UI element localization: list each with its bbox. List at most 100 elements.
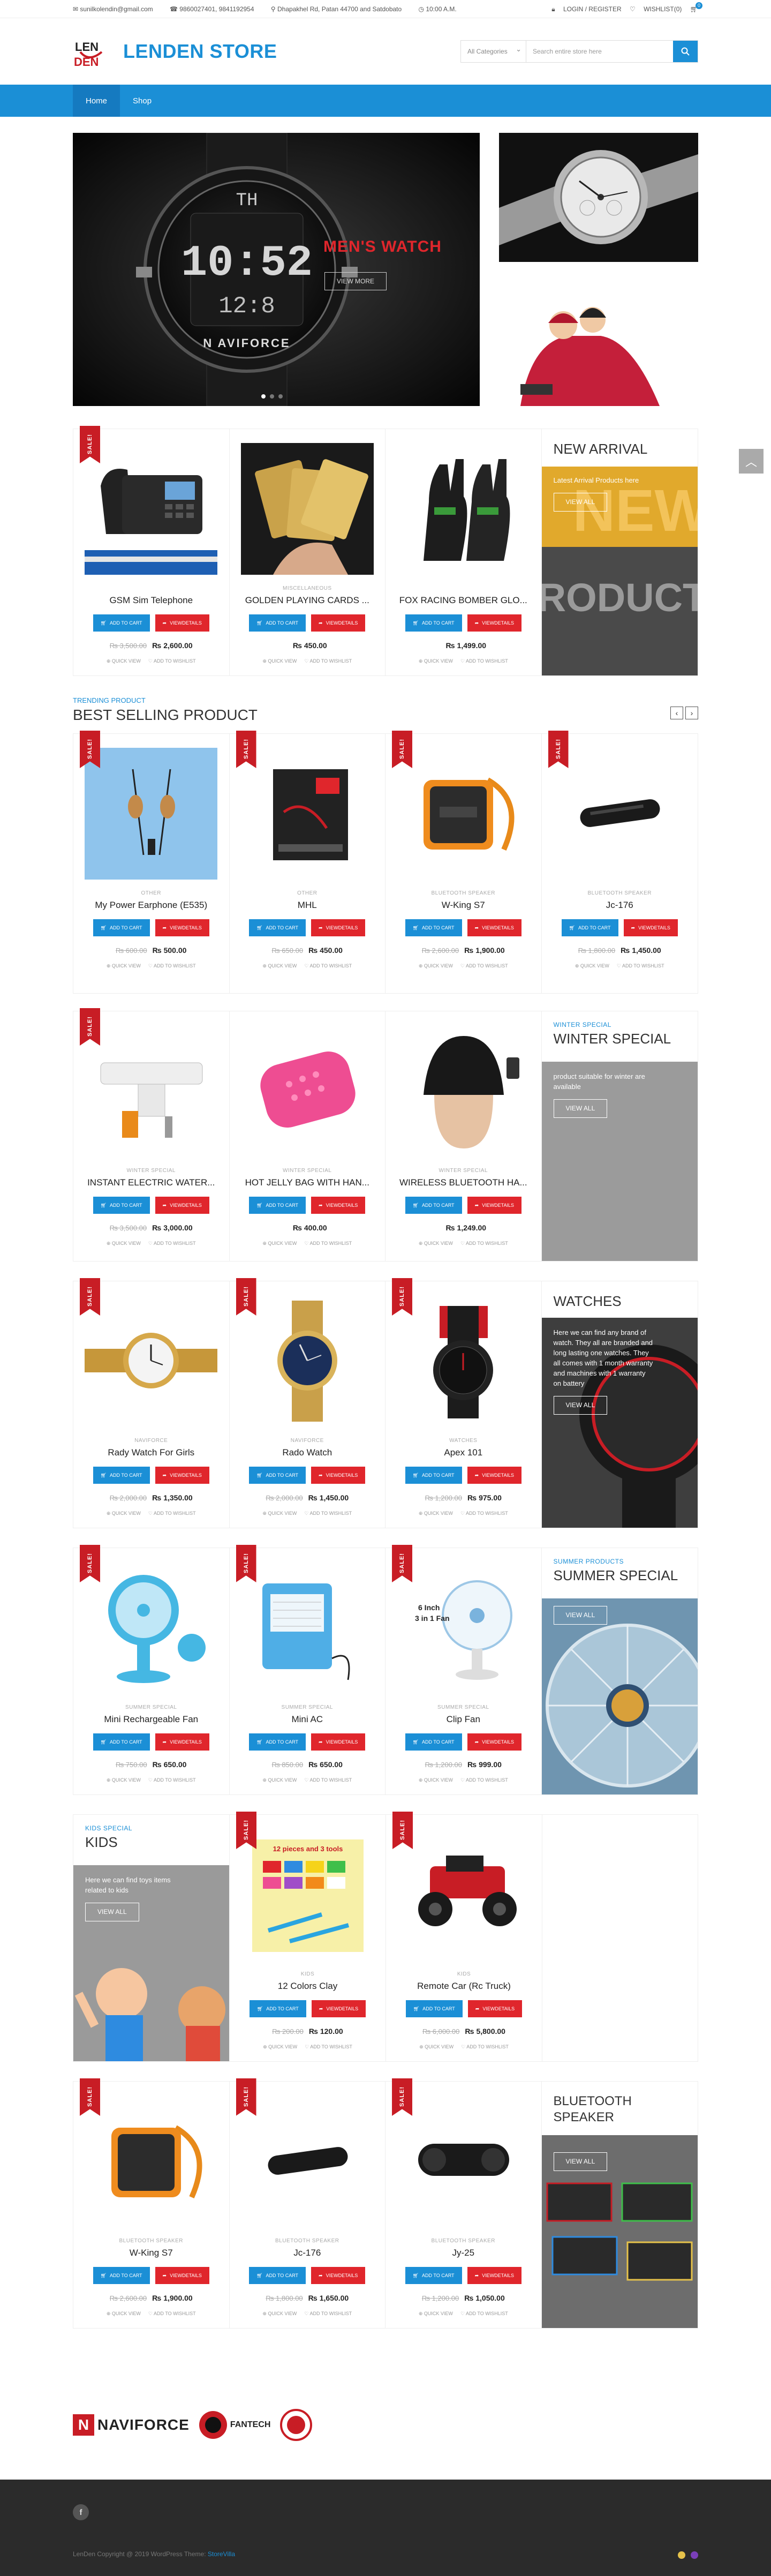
product-image-gloves[interactable] [397,443,530,575]
hero-slide[interactable]: TH 10:52 12:8 N AVIFORCE MEN'S WATCH VIE… [73,133,480,406]
view-details-button[interactable]: ➦ VIEWDETAILS [311,614,366,632]
view-details-button[interactable]: ➦ VIEWDETAILS [467,2000,523,2017]
quick-view-link[interactable]: ⊕ QUICK VIEW [419,963,453,969]
fantech-logo[interactable]: FANTECH [199,2411,270,2439]
product-name[interactable]: WIRELESS BLUETOOTH HA... [396,1177,531,1188]
wishlist-link[interactable]: ♡ ADD TO WISHLIST [460,658,508,664]
wishlist-link[interactable]: ♡ ADD TO WISHLIST [460,1777,508,1783]
wishlist-link[interactable]: ♡ ADD TO WISHLIST [148,1511,196,1516]
product-image-cards[interactable] [240,443,374,575]
wishlist-link[interactable]: ♡ ADD TO WISHLIST [305,2044,352,2050]
quick-view-link[interactable]: ⊕ QUICK VIEW [107,1241,141,1246]
prev-arrow-icon[interactable]: ‹ [670,707,683,719]
product-name[interactable]: Jc-176 [240,2248,375,2258]
add-to-cart-button[interactable]: 🛒︎ ADD TO CART [93,2267,150,2284]
add-to-cart-button[interactable]: 🛒︎ ADD TO CART [93,919,150,936]
quick-view-link[interactable]: ⊕ QUICK VIEW [262,963,297,969]
product-image-water-heater[interactable] [85,1025,218,1157]
search-input[interactable]: Search entire store here [526,41,673,62]
product-image-wking[interactable] [397,748,530,880]
quick-view-link[interactable]: ⊕ QUICK VIEW [419,658,453,664]
product-image-clay[interactable]: 12 pieces and 3 tools [241,1829,374,1961]
product-image-rado-watch[interactable] [240,1295,374,1427]
quick-view-link[interactable]: ⊕ QUICK VIEW [263,2044,297,2050]
bluetooth-view-all-button[interactable]: VIEW ALL [553,2152,608,2171]
quick-view-link[interactable]: ⊕ QUICK VIEW [419,2044,453,2050]
product-name[interactable]: Apex 101 [396,1447,531,1458]
product-name[interactable]: INSTANT ELECTRIC WATER... [84,1177,218,1188]
add-to-cart-button[interactable]: 🛒︎ ADD TO CART [93,1467,150,1484]
search-category-select[interactable]: All Categories [461,41,526,62]
add-to-cart-button[interactable]: 🛒︎ ADD TO CART [249,2267,306,2284]
add-to-cart-button[interactable]: 🛒︎ ADD TO CART [249,1467,306,1484]
side-banner-watch[interactable] [499,133,698,262]
quick-view-link[interactable]: ⊕ QUICK VIEW [419,1777,453,1783]
product-name[interactable]: FOX RACING BOMBER GLO... [396,595,531,606]
add-to-cart-button[interactable]: 🛒︎ ADD TO CART [249,2000,306,2017]
product-name[interactable]: Remote Car (Rc Truck) [397,1981,531,1992]
wishlist-link[interactable]: ♡ ADD TO WISHLIST [617,963,664,969]
wishlist-link[interactable]: ♡ ADD TO WISHLIST [304,1241,352,1246]
quick-view-link[interactable]: ⊕ QUICK VIEW [262,2311,297,2317]
product-name[interactable]: Mini AC [240,1714,375,1725]
third-brand-logo[interactable] [280,2409,313,2441]
product-name[interactable]: HOT JELLY BAG WITH HAN... [240,1177,375,1188]
quick-view-link[interactable]: ⊕ QUICK VIEW [107,2311,141,2317]
email-info[interactable]: ✉ sunilkolendin@gmail.com [73,5,161,13]
product-image-mini-fan[interactable] [85,1562,218,1694]
product-image-mini-ac[interactable] [240,1562,374,1694]
summer-view-all-button[interactable]: VIEW ALL [553,1606,608,1625]
product-image-telephone[interactable] [85,443,218,575]
wishlist-link[interactable]: ♡ ADD TO WISHLIST [460,1511,508,1516]
view-details-button[interactable]: ➦ VIEWDETAILS [311,1733,366,1751]
product-name[interactable]: GOLDEN PLAYING CARDS ... [240,595,375,606]
product-name[interactable]: W-King S7 [84,2248,218,2258]
quick-view-link[interactable]: ⊕ QUICK VIEW [575,963,609,969]
product-image-jelly-bag[interactable] [240,1025,374,1157]
wishlist-link[interactable]: ♡ ADD TO WISHLIST [148,963,196,969]
quick-view-link[interactable]: ⊕ QUICK VIEW [107,1511,141,1516]
product-image-jy25[interactable] [397,2096,530,2227]
side-banner-raincoat[interactable] [499,277,698,406]
wishlist-link[interactable]: ♡ ADD TO WISHLIST [304,1511,352,1516]
facebook-icon[interactable]: f [73,2504,89,2520]
winter-view-all-button[interactable]: VIEW ALL [553,1099,608,1118]
wishlist-link[interactable]: ♡ WISHLIST(0) [630,5,682,13]
quick-view-link[interactable]: ⊕ QUICK VIEW [419,1511,453,1516]
product-name[interactable]: Jy-25 [396,2248,531,2258]
wishlist-link[interactable]: ♡ ADD TO WISHLIST [148,1777,196,1783]
add-to-cart-button[interactable]: 🛒︎ ADD TO CART [405,2000,463,2017]
view-details-button[interactable]: ➦ VIEWDETAILS [155,1733,209,1751]
wishlist-link[interactable]: ♡ ADD TO WISHLIST [460,1241,508,1246]
product-name[interactable]: Rado Watch [240,1447,375,1458]
quick-view-link[interactable]: ⊕ QUICK VIEW [262,658,297,664]
add-to-cart-button[interactable]: 🛒︎ ADD TO CART [249,614,306,632]
product-image-apex-watch[interactable] [397,1295,530,1427]
wishlist-link[interactable]: ♡ ADD TO WISHLIST [304,658,352,664]
hero-dot-1[interactable] [261,394,266,399]
kids-view-all-button[interactable]: VIEW ALL [85,1903,139,1921]
quick-view-link[interactable]: ⊕ QUICK VIEW [262,1241,297,1246]
quick-view-link[interactable]: ⊕ QUICK VIEW [107,1777,141,1783]
quick-view-link[interactable]: ⊕ QUICK VIEW [262,1511,297,1516]
naviforce-logo[interactable]: N NAVIFORCE [73,2414,190,2436]
view-details-button[interactable]: ➦ VIEWDETAILS [467,2267,521,2284]
product-name[interactable]: GSM Sim Telephone [84,595,218,606]
view-details-button[interactable]: ➦ VIEWDETAILS [311,1197,366,1214]
view-details-button[interactable]: ➦ VIEWDETAILS [155,1197,209,1214]
cart-icon[interactable]: 🛒︎ 0 [690,2,702,13]
product-name[interactable]: 12 Colors Clay [240,1981,375,1992]
nav-shop[interactable]: Shop [120,85,164,117]
product-image-wking-2[interactable] [85,2096,218,2227]
wishlist-link[interactable]: ♡ ADD TO WISHLIST [460,963,508,969]
product-name[interactable]: Rady Watch For Girls [84,1447,218,1458]
view-details-button[interactable]: ➦ VIEWDETAILS [155,919,209,936]
quick-view-link[interactable]: ⊕ QUICK VIEW [419,2311,453,2317]
product-image-girls-watch[interactable] [85,1295,218,1427]
add-to-cart-button[interactable]: 🛒︎ ADD TO CART [405,614,462,632]
add-to-cart-button[interactable]: 🛒︎ ADD TO CART [405,2267,462,2284]
add-to-cart-button[interactable]: 🛒︎ ADD TO CART [405,919,462,936]
add-to-cart-button[interactable]: 🛒︎ ADD TO CART [93,1733,150,1751]
wishlist-link[interactable]: ♡ ADD TO WISHLIST [304,2311,352,2317]
quick-view-link[interactable]: ⊕ QUICK VIEW [262,1777,297,1783]
